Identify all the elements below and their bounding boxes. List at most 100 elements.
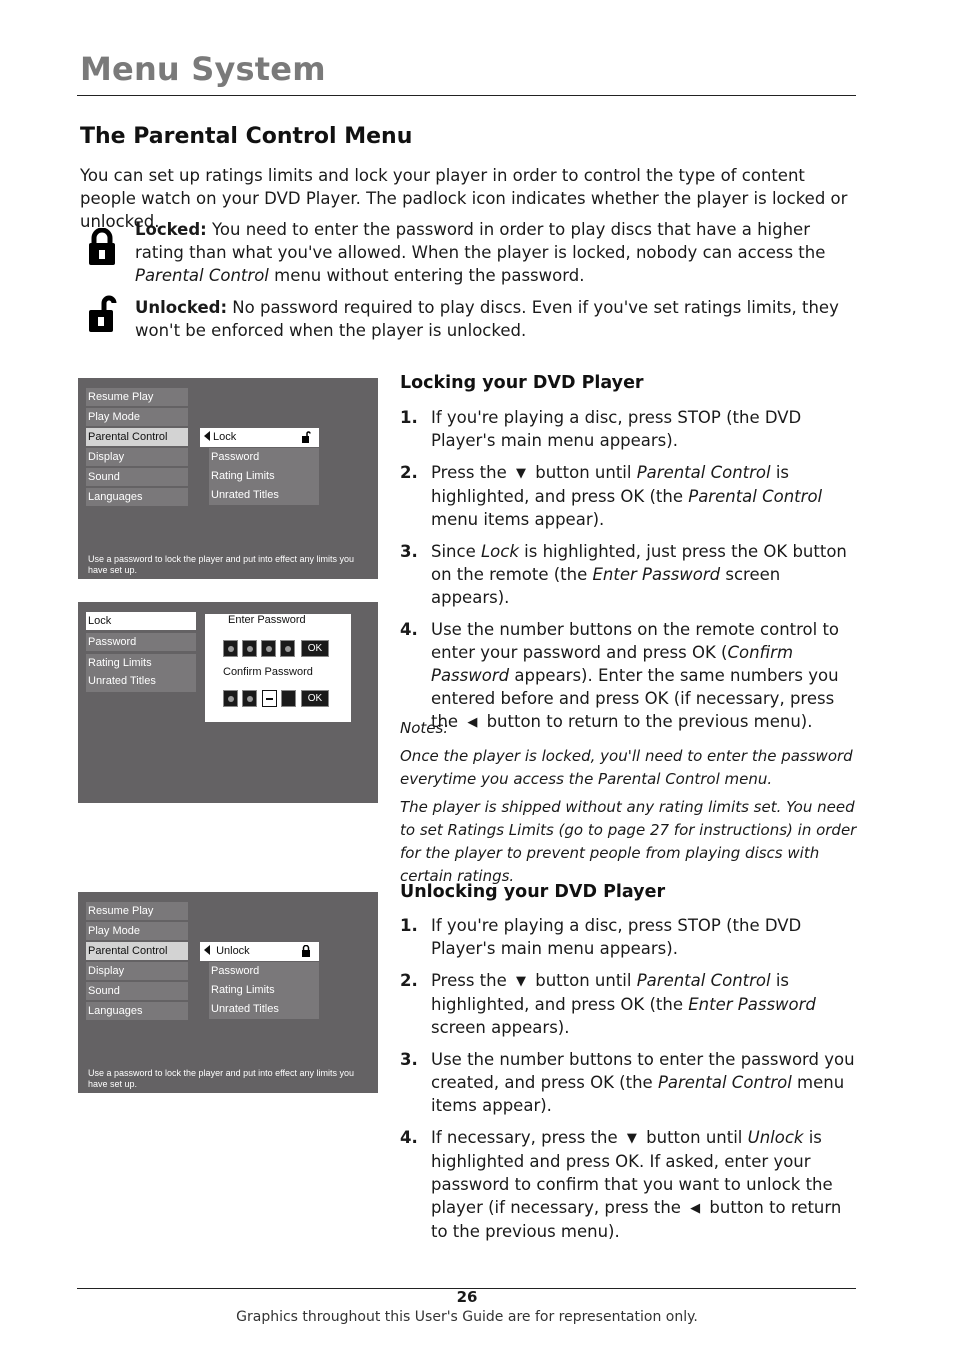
locked-text: You need to enter the password in order … [135, 220, 826, 262]
unlocked-label: Unlocked: [135, 298, 228, 317]
locked-text-end: menu without entering the password. [268, 266, 585, 285]
enter-password-label: Enter Password [228, 614, 306, 626]
password-digit[interactable] [223, 640, 238, 657]
menu-item-languages[interactable]: Languages [86, 488, 188, 506]
step-item: 2. Press the ▼ button until Parental Cont… [400, 461, 858, 531]
padlock-closed-icon [302, 945, 310, 957]
step-number: 2. [400, 971, 418, 990]
screen-lock-menu: Resume Play Play Mode Parental Control D… [78, 378, 378, 579]
step-item: 1. If you're playing a disc, press STOP (… [400, 406, 858, 452]
locked-text-italic: Parental Control [135, 266, 269, 285]
sub-item-password[interactable]: Password [209, 962, 319, 981]
padlock-closed-icon [89, 228, 115, 265]
step-text-italic: Enter Password [592, 565, 721, 584]
padlock-open-icon [89, 295, 117, 332]
unlocked-text: No password required to play discs. Even… [135, 298, 839, 340]
confirm-ok-button[interactable]: OK [301, 690, 329, 707]
sub-item-unlock[interactable]: Unlock [200, 942, 319, 961]
left-arrow-icon [204, 431, 210, 441]
step-number: 1. [400, 408, 418, 427]
menu-item-password[interactable]: Password [86, 633, 196, 651]
sub-item-rating-limits[interactable]: Rating Limits [209, 467, 319, 486]
down-arrow-icon: ▼ [516, 466, 526, 481]
password-digit[interactable] [261, 640, 276, 657]
step-text-italic: Parental Control [636, 463, 771, 482]
left-arrow-icon: ◀ [690, 1201, 701, 1216]
step-text: Press the [431, 971, 512, 990]
menu-item-parental-control[interactable]: Parental Control [86, 428, 188, 446]
sub-item-lock-label: Lock [213, 431, 237, 443]
step-text: If necessary, press the [431, 1128, 623, 1147]
step-text: If you're playing a disc, press STOP (th… [431, 916, 802, 958]
menu-item-sound[interactable]: Sound [86, 468, 188, 486]
down-arrow-icon: ▼ [516, 974, 526, 989]
step-text: button until [530, 971, 637, 990]
menu-item-rating-limits[interactable]: Rating Limits [88, 654, 196, 672]
down-arrow-icon: ▼ [626, 1131, 637, 1146]
sub-item-lock[interactable]: Lock [200, 428, 319, 447]
step-text-italic: Parental Control [657, 1073, 792, 1092]
menu-item-sound[interactable]: Sound [86, 982, 188, 1000]
left-arrow-icon [204, 945, 210, 955]
menu-item-group: Rating Limits Unrated Titles [86, 654, 196, 692]
section-title: The Parental Control Menu [80, 124, 413, 149]
sub-item-unrated-titles[interactable]: Unrated Titles [209, 486, 319, 505]
unlocking-steps: 1. If you're playing a disc, press STOP (… [400, 914, 858, 1252]
enter-ok-button[interactable]: OK [301, 640, 329, 657]
menu-item-play-mode[interactable]: Play Mode [86, 922, 188, 940]
step-item: 2. Press the ▼ button until Parental Cont… [400, 969, 858, 1039]
step-text: Press the [431, 463, 512, 482]
padlock-open-icon [302, 431, 311, 443]
menu-item-unrated-titles[interactable]: Unrated Titles [88, 672, 196, 690]
step-text: button until [640, 1128, 748, 1147]
screen-help-text: Use a password to lock the player and pu… [88, 554, 354, 575]
password-dialog: Enter Password OK Confirm Password OK [205, 614, 351, 722]
page-title: Menu System [80, 50, 326, 88]
confirm-digit[interactable] [281, 690, 296, 707]
note-item: The player is shipped without any rating… [400, 798, 857, 885]
header-divider [77, 95, 856, 96]
menu-item-languages[interactable]: Languages [86, 1002, 188, 1020]
menu-item-display[interactable]: Display [86, 962, 188, 980]
sub-item-password[interactable]: Password [209, 448, 319, 467]
footer-disclaimer: Graphics throughout this User's Guide ar… [236, 1309, 698, 1325]
step-text: menu items appear). [431, 510, 605, 529]
step-text: button until [530, 463, 637, 482]
menu-item-play-mode[interactable]: Play Mode [86, 408, 188, 426]
screen-unlock-menu: Resume Play Play Mode Parental Control D… [78, 892, 378, 1093]
step-text: If you're playing a disc, press STOP (th… [431, 408, 802, 450]
menu-item-lock[interactable]: Lock [86, 612, 196, 630]
step-number: 4. [400, 620, 418, 639]
step-number: 3. [400, 542, 418, 561]
step-item: 4. If necessary, press the ▼ button until… [400, 1126, 858, 1243]
step-item: 3. Use the number buttons to enter the pa… [400, 1048, 858, 1117]
step-number: 1. [400, 916, 418, 935]
confirm-digit-cursor[interactable] [262, 690, 277, 707]
menu-item-resume-play[interactable]: Resume Play [86, 902, 188, 920]
step-number: 4. [400, 1128, 418, 1147]
menu-item-parental-control[interactable]: Parental Control [86, 942, 188, 960]
locked-label: Locked: [135, 220, 207, 239]
step-item: 3. Since Lock is highlighted, just press … [400, 540, 858, 609]
step-text-italic: Parental Control [636, 971, 771, 990]
page-number: 26 [456, 1288, 478, 1306]
menu-item-display[interactable]: Display [86, 448, 188, 466]
locking-steps: 1. If you're playing a disc, press STOP (… [400, 406, 858, 743]
note-item: Once the player is locked, you'll need t… [400, 747, 853, 788]
sub-item-unrated-titles[interactable]: Unrated Titles [209, 1000, 319, 1019]
password-digit[interactable] [280, 640, 295, 657]
unlocked-description: Unlocked: No password required to play d… [135, 296, 857, 342]
screen-enter-password: Lock Password Rating Limits Unrated Titl… [78, 602, 378, 803]
confirm-digit[interactable] [223, 690, 238, 707]
step-text-italic: Enter Password [688, 995, 816, 1014]
confirm-password-label: Confirm Password [223, 666, 313, 678]
sub-item-rating-limits[interactable]: Rating Limits [209, 981, 319, 1000]
menu-item-resume-play[interactable]: Resume Play [86, 388, 188, 406]
confirm-digit[interactable] [242, 690, 257, 707]
step-number: 3. [400, 1050, 418, 1069]
step-text: Since [431, 542, 481, 561]
password-digit[interactable] [242, 640, 257, 657]
step-text: screen appears). [431, 1018, 570, 1037]
unlocking-title: Unlocking your DVD Player [400, 882, 666, 902]
step-text-italic: Unlock [747, 1128, 804, 1147]
